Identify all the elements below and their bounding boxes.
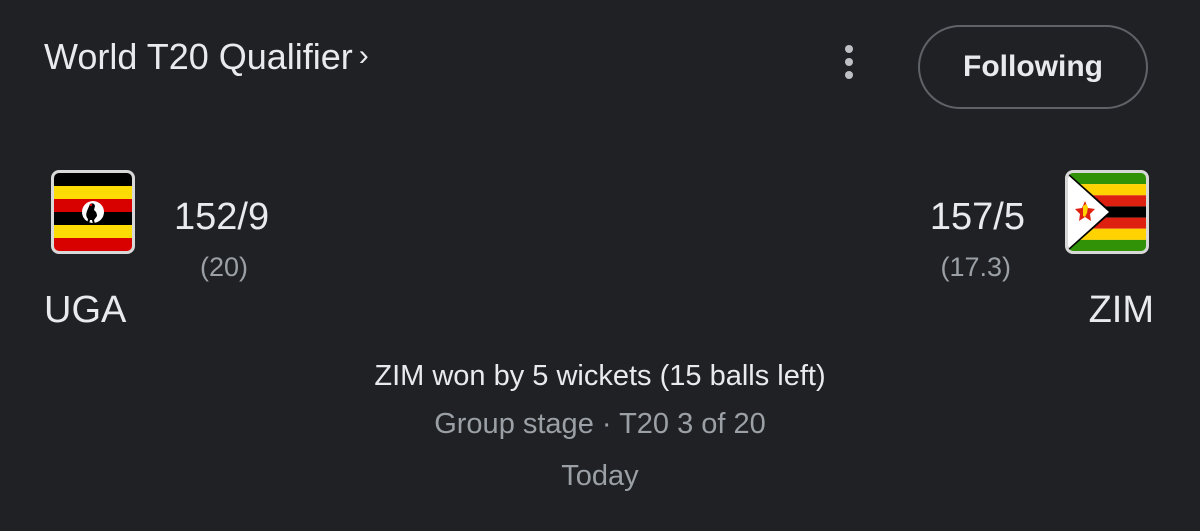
chevron-right-icon: › xyxy=(358,39,369,72)
home-team-code: UGA xyxy=(44,289,127,331)
competition-link[interactable]: World T20 Qualifier › xyxy=(44,36,369,78)
more-options-icon[interactable] xyxy=(832,40,866,84)
competition-title: World T20 Qualifier xyxy=(44,36,353,77)
match-card[interactable]: World T20 Qualifier › Following 152/9 (2… xyxy=(0,0,1200,531)
kebab-dot xyxy=(845,71,853,79)
away-overs: (17.3) xyxy=(940,252,1011,282)
match-stage: Group stage · T20 3 of 20 xyxy=(434,408,766,440)
away-score: 157/5 xyxy=(929,196,1025,238)
kebab-dot xyxy=(845,58,853,66)
away-team-code: ZIM xyxy=(1088,289,1154,331)
zimbabwe-flag-icon xyxy=(1065,170,1149,254)
uganda-flag-icon xyxy=(51,170,135,254)
match-date: Today xyxy=(561,460,639,492)
match-result: ZIM won by 5 wickets (15 balls left) xyxy=(374,360,826,392)
following-button[interactable]: Following xyxy=(918,25,1148,109)
kebab-dot xyxy=(845,45,853,53)
home-overs: (20) xyxy=(200,252,249,282)
home-score: 152/9 xyxy=(174,196,270,238)
